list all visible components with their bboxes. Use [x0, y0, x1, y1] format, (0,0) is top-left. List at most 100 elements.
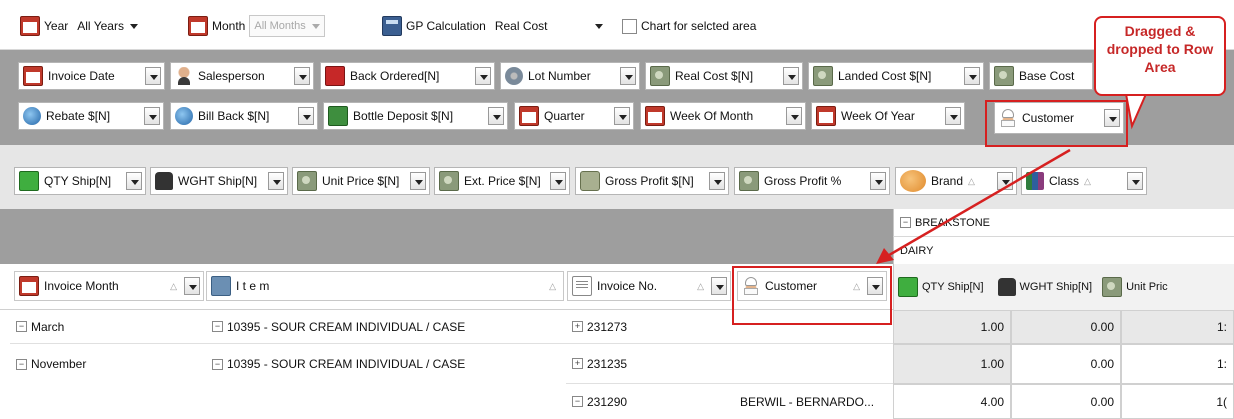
dropdown-button[interactable]: [997, 172, 1013, 190]
chart-checkbox[interactable]: [622, 18, 637, 34]
green-box-icon: [898, 277, 918, 297]
field-gross-profit[interactable]: Gross Profit $[N]: [575, 167, 729, 195]
field-week-of-year[interactable]: Week Of Year: [811, 102, 965, 130]
year-select[interactable]: All Years: [72, 15, 143, 37]
dropdown-button[interactable]: [945, 107, 961, 125]
field-gross-profit-pct[interactable]: Gross Profit %: [734, 167, 890, 195]
field-week-of-month[interactable]: Week Of Month: [640, 102, 806, 130]
cell-customer[interactable]: BERWIL - BERNARDO...: [734, 384, 893, 419]
sort-icon: △: [968, 175, 975, 186]
row-field-invoice-month[interactable]: Invoice Month △: [14, 271, 204, 301]
dropdown-button[interactable]: [145, 67, 161, 85]
money-icon: [994, 66, 1014, 86]
month-select[interactable]: All Months: [249, 15, 325, 37]
dropdown-button[interactable]: [298, 107, 314, 125]
cell-item[interactable]: −10395 - SOUR CREAM INDIVIDUAL / CASE: [206, 344, 566, 384]
dropdown-button[interactable]: [711, 277, 727, 295]
collapse-icon[interactable]: −: [212, 321, 223, 332]
collapse-icon[interactable]: −: [16, 358, 27, 370]
field-base-cost[interactable]: Base Cost: [989, 62, 1093, 90]
field-ext-price[interactable]: Ext. Price $[N]: [434, 167, 570, 195]
value-header-unit-price[interactable]: Unit Pric: [1126, 281, 1168, 293]
cell-wght: 0.00: [1011, 384, 1121, 419]
dropdown-button[interactable]: [867, 277, 883, 295]
dropdown-button[interactable]: [294, 67, 310, 85]
dropdown-button[interactable]: [144, 107, 160, 125]
field-real-cost[interactable]: Real Cost $[N]: [645, 62, 803, 90]
weight-icon: [997, 278, 1016, 296]
caret-down-icon: [129, 23, 138, 29]
field-invoice-date[interactable]: Invoice Date: [18, 62, 165, 90]
dropdown-button[interactable]: [620, 67, 636, 85]
expand-icon[interactable]: +: [572, 358, 583, 369]
field-back-ordered[interactable]: Back Ordered[N]: [320, 62, 495, 90]
caret-down-icon: [594, 23, 603, 29]
cell-invoice[interactable]: −231290: [566, 384, 734, 419]
cell-qty: 4.00: [893, 384, 1011, 419]
collapse-icon[interactable]: −: [16, 321, 27, 332]
dropdown-button[interactable]: [184, 277, 200, 295]
cell-invoice[interactable]: +231235: [566, 344, 734, 384]
dropdown-button[interactable]: [1104, 109, 1120, 127]
row-field-item[interactable]: I t e m △: [206, 271, 564, 301]
dropdown-button[interactable]: [964, 67, 980, 85]
collapse-icon[interactable]: −: [212, 358, 223, 370]
row-column-header-area: − BREAKSTONE DAIRY: [0, 209, 1234, 264]
field-customer-filter[interactable]: Customer: [994, 102, 1124, 134]
field-wght-ship[interactable]: WGHT Ship[N]: [150, 167, 288, 195]
dropdown-button[interactable]: [475, 67, 491, 85]
chef-icon: [999, 109, 1017, 127]
field-class[interactable]: Class △: [1021, 167, 1147, 195]
disc-icon: [505, 67, 523, 85]
field-qty-ship[interactable]: QTY Ship[N]: [14, 167, 146, 195]
year-label: Year: [44, 19, 69, 33]
value-header-qty[interactable]: QTY Ship[N]: [922, 281, 984, 293]
caret-down-icon: [311, 23, 320, 29]
month-filter[interactable]: Month All Months: [188, 15, 325, 37]
field-bill-back[interactable]: Bill Back $[N]: [170, 102, 318, 130]
cell-unit: 1(: [1121, 384, 1234, 419]
cell-month[interactable]: − November: [10, 344, 206, 384]
field-brand[interactable]: Brand △: [895, 167, 1017, 195]
money-icon: [813, 66, 833, 86]
dropdown-button[interactable]: [709, 172, 725, 190]
field-quarter[interactable]: Quarter: [514, 102, 634, 130]
dropdown-button[interactable]: [550, 172, 566, 190]
dropdown-button[interactable]: [268, 172, 284, 190]
field-bottle-deposit[interactable]: Bottle Deposit $[N]: [323, 102, 508, 130]
row-field-customer[interactable]: Customer △: [737, 271, 887, 301]
field-lot-number[interactable]: Lot Number: [500, 62, 640, 90]
cell-unit: 1:: [1121, 344, 1234, 384]
dropdown-button[interactable]: [786, 107, 802, 125]
dropdown-button[interactable]: [126, 172, 142, 190]
dropdown-button[interactable]: [870, 172, 886, 190]
calculator-icon: [382, 16, 402, 36]
expand-icon[interactable]: +: [572, 321, 583, 332]
cell-month[interactable]: − March: [10, 310, 206, 344]
orange-icon: [900, 170, 926, 192]
field-landed-cost[interactable]: Landed Cost $[N]: [808, 62, 984, 90]
cell-qty: 1.00: [893, 344, 1011, 384]
gp-select[interactable]: Real Cost: [490, 15, 608, 37]
calendar-icon: [645, 106, 665, 126]
row-field-invoice-no[interactable]: Invoice No. △: [567, 271, 731, 301]
cell-wght: 0.00: [1011, 310, 1121, 344]
collapse-icon[interactable]: −: [900, 217, 911, 228]
sort-icon: △: [1084, 175, 1091, 186]
dropdown-button[interactable]: [614, 107, 630, 125]
chart-selected-toggle[interactable]: Chart for selcted area: [622, 15, 756, 37]
dropdown-button[interactable]: [488, 107, 504, 125]
dropdown-button[interactable]: [783, 67, 799, 85]
value-header-wght[interactable]: WGHT Ship[N]: [1020, 281, 1093, 293]
field-salesperson[interactable]: Salesperson: [170, 62, 314, 90]
year-filter[interactable]: Year All Years: [20, 15, 143, 37]
dropdown-button[interactable]: [410, 172, 426, 190]
column-header-brand[interactable]: − BREAKSTONE: [893, 209, 1234, 237]
field-unit-price[interactable]: Unit Price $[N]: [292, 167, 430, 195]
cell-item[interactable]: −10395 - SOUR CREAM INDIVIDUAL / CASE: [206, 310, 566, 344]
field-rebate[interactable]: Rebate $[N]: [18, 102, 164, 130]
cell-invoice[interactable]: +231273: [566, 310, 734, 344]
collapse-icon[interactable]: −: [572, 396, 583, 407]
gp-calculation-filter[interactable]: GP Calculation Real Cost: [382, 15, 608, 37]
dropdown-button[interactable]: [1127, 172, 1143, 190]
